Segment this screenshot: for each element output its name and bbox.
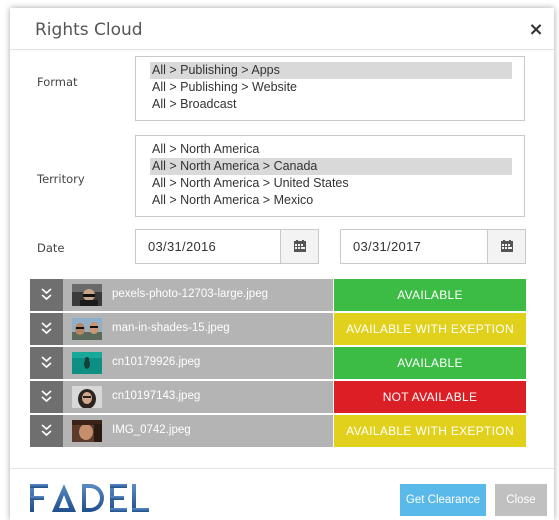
close-icon[interactable]: × <box>528 21 544 39</box>
asset-filename: IMG_0742.jpeg <box>112 424 191 436</box>
dialog-title: Rights Cloud <box>35 20 143 40</box>
asset-filename: man-in-shades-15.jpeg <box>112 322 230 334</box>
asset-list: pexels-photo-12703-large.jpeg AVAILABLE <box>30 279 534 449</box>
asset-row: cn10179926.jpeg AVAILABLE <box>30 347 534 379</box>
territory-option-north-america[interactable]: All > North America <box>150 141 512 158</box>
expand-row-button[interactable] <box>30 415 63 447</box>
status-badge: AVAILABLE WITH EXEPTION <box>334 415 526 447</box>
chevron-double-down-icon <box>41 390 52 403</box>
asset-info: IMG_0742.jpeg <box>30 415 333 447</box>
calendar-icon <box>501 240 513 252</box>
end-date-value[interactable]: 03/31/2017 <box>353 239 421 254</box>
format-label: Format <box>37 75 78 89</box>
asset-thumbnail <box>72 386 102 408</box>
format-option-website[interactable]: All > Publishing > Website <box>150 79 512 96</box>
chevron-double-down-icon <box>41 288 52 301</box>
status-badge: NOT AVAILABLE <box>334 381 526 413</box>
end-date-field[interactable]: 03/31/2017 <box>340 229 526 264</box>
territory-option-canada[interactable]: All > North America > Canada <box>150 158 512 175</box>
asset-row: man-in-shades-15.jpeg AVAILABLE WITH EXE… <box>30 313 534 345</box>
expand-row-button[interactable] <box>30 279 63 311</box>
status-badge: AVAILABLE <box>334 347 526 379</box>
start-date-field[interactable]: 03/31/2016 <box>135 229 319 264</box>
asset-row: cn10197143.jpeg NOT AVAILABLE <box>30 381 534 413</box>
chevron-double-down-icon <box>41 424 52 437</box>
asset-info: cn10197143.jpeg <box>30 381 333 413</box>
territory-label: Territory <box>37 172 85 186</box>
asset-filename: cn10179926.jpeg <box>112 356 201 368</box>
asset-thumbnail <box>72 318 102 340</box>
format-option-broadcast[interactable]: All > Broadcast <box>150 96 512 113</box>
chevron-double-down-icon <box>41 322 52 335</box>
asset-thumbnail <box>72 420 102 442</box>
asset-row: pexels-photo-12703-large.jpeg AVAILABLE <box>30 279 534 311</box>
format-listbox[interactable]: All > Publishing > Apps All > Publishing… <box>135 56 525 121</box>
get-clearance-button[interactable]: Get Clearance <box>400 484 486 516</box>
fadel-logo <box>30 484 149 512</box>
asset-thumbnail <box>72 352 102 374</box>
expand-row-button[interactable] <box>30 347 63 379</box>
expand-row-button[interactable] <box>30 313 63 345</box>
asset-filename: pexels-photo-12703-large.jpeg <box>112 288 268 300</box>
asset-info: cn10179926.jpeg <box>30 347 333 379</box>
chevron-double-down-icon <box>41 356 52 369</box>
dialog-header: Rights Cloud × <box>10 8 554 50</box>
start-date-calendar-button[interactable] <box>280 230 318 263</box>
territory-option-united-states[interactable]: All > North America > United States <box>150 175 512 192</box>
end-date-calendar-button[interactable] <box>487 230 525 263</box>
format-option-apps[interactable]: All > Publishing > Apps <box>150 62 512 79</box>
calendar-icon <box>294 240 306 252</box>
territory-listbox[interactable]: All > North America All > North America … <box>135 135 525 217</box>
asset-info: pexels-photo-12703-large.jpeg <box>30 279 333 311</box>
territory-option-mexico[interactable]: All > North America > Mexico <box>150 192 512 209</box>
asset-filename: cn10197143.jpeg <box>112 390 201 402</box>
asset-row: IMG_0742.jpeg AVAILABLE WITH EXEPTION <box>30 415 534 447</box>
close-button[interactable]: Close <box>495 484 547 516</box>
start-date-value[interactable]: 03/31/2016 <box>148 239 216 254</box>
asset-info: man-in-shades-15.jpeg <box>30 313 333 345</box>
rights-cloud-dialog: Rights Cloud × Format All > Publishing >… <box>10 8 554 520</box>
expand-row-button[interactable] <box>30 381 63 413</box>
asset-thumbnail <box>72 284 102 306</box>
date-label: Date <box>37 241 65 255</box>
footer-divider <box>10 468 554 469</box>
status-badge: AVAILABLE <box>334 279 526 311</box>
status-badge: AVAILABLE WITH EXEPTION <box>334 313 526 345</box>
